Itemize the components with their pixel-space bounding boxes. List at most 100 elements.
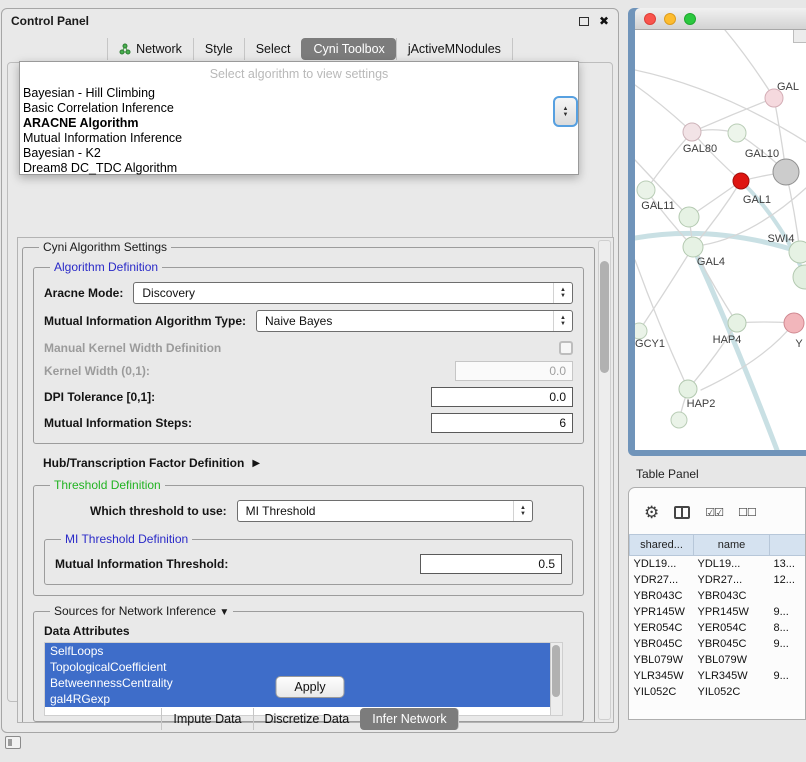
mi-threshold-field[interactable]: 0.5: [420, 554, 562, 574]
aracne-mode-select[interactable]: Discovery: [133, 282, 573, 304]
network-node[interactable]: [773, 159, 799, 185]
network-node-label: GAL: [777, 81, 799, 93]
algorithm-option[interactable]: Mutual Information Inference: [20, 131, 578, 146]
algorithm-option[interactable]: Bayesian - K2: [20, 146, 578, 161]
spinner-arrows-icon: [563, 106, 569, 118]
mi-algorithm-type-select[interactable]: Naive Bayes: [256, 310, 573, 332]
mi-steps-row: Mutual Information Steps: 6: [44, 413, 573, 433]
zoom-traffic-light[interactable]: [684, 13, 696, 25]
table-cell: YDR27...: [694, 572, 770, 588]
sources-title[interactable]: Sources for Network Inference ▼: [50, 604, 233, 618]
minimize-traffic-light[interactable]: [664, 13, 676, 25]
table-row[interactable]: YDL19...YDL19...13...: [630, 556, 806, 572]
tab-select[interactable]: Select: [244, 38, 302, 60]
columns-icon[interactable]: [674, 506, 690, 519]
dpi-tolerance-value: 0.0: [549, 390, 566, 404]
tab-network[interactable]: Network: [107, 38, 193, 60]
attribute-list-item[interactable]: TopologicalCoefficient: [45, 659, 550, 675]
table-cell: 9...: [770, 668, 806, 684]
data-attributes-label: Data Attributes: [44, 624, 573, 638]
table-header-row: shared... name: [630, 535, 806, 556]
manual-kernel-width-checkbox[interactable]: [559, 341, 573, 355]
algorithm-dropdown-prompt: Select algorithm to view settings: [20, 62, 578, 86]
table-cell: 9...: [770, 604, 806, 620]
tab-label: Select: [256, 42, 291, 56]
tab-jactivemnodules[interactable]: jActiveMNodules: [396, 38, 513, 60]
algorithm-option[interactable]: Basic Correlation Inference: [20, 101, 578, 116]
checked-pair-icon[interactable]: ☑☑: [705, 506, 723, 519]
algorithm-dropdown-list: Bayesian - Hill ClimbingBasic Correlatio…: [20, 86, 578, 176]
network-node[interactable]: [728, 314, 746, 332]
tab-impute-data[interactable]: Impute Data: [161, 708, 252, 730]
column-header-name[interactable]: name: [694, 535, 770, 556]
table-row[interactable]: YPR145WYPR145W9...: [630, 604, 806, 620]
mi-steps-value: 6: [559, 416, 566, 430]
network-node[interactable]: [733, 173, 749, 189]
algorithm-option[interactable]: Dream8 DC_TDC Algorithm: [20, 161, 578, 176]
table-row[interactable]: YDR27...YDR27...12...: [630, 572, 806, 588]
hub-transcription-factor-section[interactable]: Hub/Transcription Factor Definition ▶: [43, 456, 584, 470]
mi-threshold-definition-group: MI Threshold Definition Mutual Informati…: [44, 532, 573, 585]
close-traffic-light[interactable]: [644, 13, 656, 25]
network-node[interactable]: [637, 181, 655, 199]
table-cell: YDL19...: [630, 556, 694, 572]
tab-infer-network[interactable]: Infer Network: [360, 708, 458, 730]
algorithm-option[interactable]: Bayesian - Hill Climbing: [20, 86, 578, 101]
window-controls: ✖: [579, 15, 609, 27]
table-cell: YPR145W: [630, 604, 694, 620]
float-window-icon[interactable]: [579, 17, 589, 26]
node-table-body: YDL19...YDL19...13...YDR27...YDR27...12.…: [630, 556, 806, 700]
table-cell: YBR045C: [694, 636, 770, 652]
table-row[interactable]: YBL079WYBL079W: [630, 652, 806, 668]
expand-right-icon[interactable]: ▶: [252, 458, 260, 469]
which-threshold-select[interactable]: MI Threshold: [237, 500, 533, 522]
attributes-scrollbar[interactable]: [550, 643, 562, 715]
table-row[interactable]: YBR043CYBR043C: [630, 588, 806, 604]
table-row[interactable]: YIL052CYIL052C: [630, 684, 806, 700]
table-cell: [770, 652, 806, 668]
network-node[interactable]: [671, 412, 687, 428]
control-panel-title: Control Panel: [11, 14, 89, 28]
attribute-list-item[interactable]: SelfLoops: [45, 643, 550, 659]
apply-button[interactable]: Apply: [276, 676, 345, 698]
algorithm-combo-arrow-button[interactable]: [553, 96, 578, 127]
algorithm-option[interactable]: ARACNE Algorithm: [20, 116, 578, 131]
collapse-down-icon[interactable]: ▼: [219, 607, 229, 618]
scrollbar-thumb[interactable]: [600, 261, 609, 373]
table-row[interactable]: YER054CYER054C8...: [630, 620, 806, 636]
scroll-corner[interactable]: [793, 30, 806, 43]
dpi-tolerance-label: DPI Tolerance [0,1]:: [44, 390, 155, 404]
gear-icon[interactable]: ⚙: [644, 504, 659, 521]
network-node[interactable]: [784, 313, 804, 333]
table-cell: YIL052C: [630, 684, 694, 700]
network-node[interactable]: [679, 380, 697, 398]
network-node[interactable]: [683, 237, 703, 257]
mi-steps-field[interactable]: 6: [431, 413, 573, 433]
network-node-label: GAL4: [697, 256, 725, 268]
tab-cyni-toolbox[interactable]: Cyni Toolbox: [301, 38, 395, 60]
kernel-width-field[interactable]: 0.0: [455, 361, 573, 381]
table-row[interactable]: YLR345WYLR345W9...: [630, 668, 806, 684]
network-node[interactable]: [728, 124, 746, 142]
table-cell: YBR043C: [630, 588, 694, 604]
application-window: Control Panel ✖ Network Style Select Cyn…: [0, 0, 806, 762]
dpi-tolerance-field[interactable]: 0.0: [431, 387, 573, 407]
network-node[interactable]: [683, 123, 701, 141]
network-node[interactable]: [679, 207, 699, 227]
scrollbar-thumb[interactable]: [552, 645, 560, 697]
column-header-third[interactable]: [770, 535, 806, 556]
unchecked-pair-icon[interactable]: ☐☐: [738, 506, 756, 519]
tab-label: jActiveMNodules: [408, 42, 501, 56]
settings-scrollbar[interactable]: [598, 240, 611, 720]
network-canvas[interactable]: GALGAL80GAL10GAL1GAL11SWI4GAL4GCY1HAP4YH…: [635, 30, 806, 450]
network-node[interactable]: [793, 265, 806, 289]
network-node[interactable]: [635, 323, 647, 339]
tab-style[interactable]: Style: [193, 38, 244, 60]
show-panel-icon[interactable]: [5, 736, 21, 749]
network-window-titlebar[interactable]: [635, 8, 806, 30]
tab-discretize-data[interactable]: Discretize Data: [253, 708, 361, 730]
table-row[interactable]: YBR045CYBR045C9...: [630, 636, 806, 652]
table-cell: 13...: [770, 556, 806, 572]
column-header-shared-name[interactable]: shared...: [630, 535, 694, 556]
close-icon[interactable]: ✖: [599, 15, 609, 27]
